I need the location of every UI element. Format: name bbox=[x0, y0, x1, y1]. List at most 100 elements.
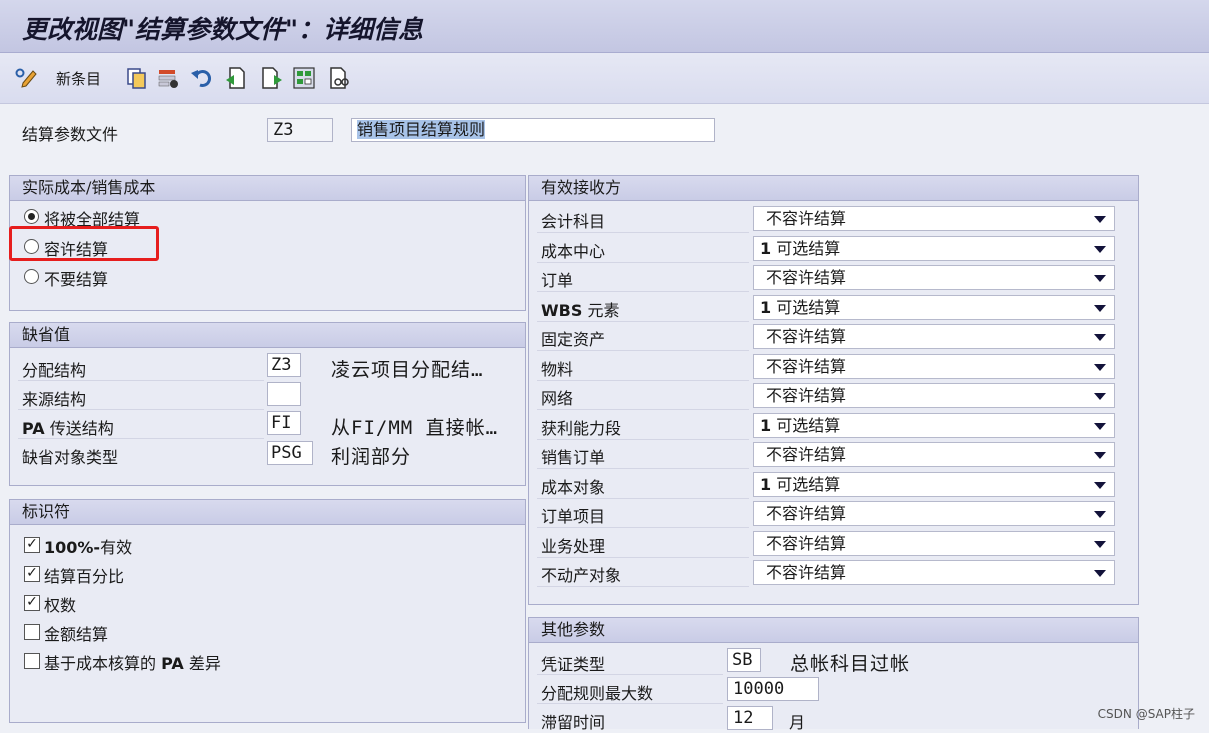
row-divider bbox=[537, 350, 749, 351]
profile-name-field[interactable]: 销售项目结算规则 bbox=[351, 118, 715, 142]
receiver-label: 不动产对象 bbox=[541, 566, 622, 585]
row-divider bbox=[537, 321, 749, 322]
indicators-title: 标识符 bbox=[10, 500, 525, 525]
checkbox-equivalence-numbers[interactable]: ✓ bbox=[24, 595, 40, 611]
row-divider bbox=[537, 291, 749, 292]
chevron-down-icon[interactable] bbox=[1094, 393, 1106, 400]
receiver-select[interactable]: 不容许结算 bbox=[753, 324, 1115, 349]
receiver-label: 销售订单 bbox=[541, 448, 606, 467]
checkbox-percentage-settlement-label: 结算百分比 bbox=[44, 567, 125, 586]
receiver-select[interactable]: 不容许结算 bbox=[753, 206, 1115, 231]
max-rules-field[interactable]: 10000 bbox=[727, 677, 819, 701]
receiver-label: 成本对象 bbox=[541, 478, 606, 497]
radio-no-settlement-label: 不要结算 bbox=[44, 270, 109, 289]
row-divider bbox=[18, 409, 264, 410]
chevron-down-icon[interactable] bbox=[1094, 482, 1106, 489]
next-entry-icon[interactable] bbox=[260, 66, 284, 90]
default-object-type-label: 缺省对象类型 bbox=[22, 448, 119, 467]
row-divider bbox=[537, 409, 749, 410]
receivers-title: 有效接收方 bbox=[529, 176, 1138, 201]
receiver-select[interactable]: 不容许结算 bbox=[753, 354, 1115, 379]
chevron-down-icon[interactable] bbox=[1094, 452, 1106, 459]
chevron-down-icon[interactable] bbox=[1094, 246, 1106, 253]
chevron-down-icon[interactable] bbox=[1094, 541, 1106, 548]
indicators-panel: 标识符 bbox=[9, 499, 526, 723]
pa-transfer-structure-label: PA 传送结构 bbox=[22, 419, 114, 438]
chevron-down-icon[interactable] bbox=[1094, 334, 1106, 341]
radio-full-settlement[interactable] bbox=[24, 209, 39, 224]
receiver-select[interactable]: 不容许结算 bbox=[753, 383, 1115, 408]
pa-transfer-structure-field[interactable]: FI bbox=[267, 411, 301, 435]
chevron-down-icon[interactable] bbox=[1094, 423, 1106, 430]
row-divider bbox=[537, 439, 749, 440]
window-title: 更改视图"结算参数文件"：详细信息 bbox=[22, 15, 424, 44]
receiver-select[interactable]: 不容许结算 bbox=[753, 442, 1115, 467]
row-divider bbox=[18, 380, 264, 381]
chevron-down-icon[interactable] bbox=[1094, 511, 1106, 518]
receiver-select[interactable]: 1 可选结算 bbox=[753, 472, 1115, 497]
residence-time-field[interactable]: 12 bbox=[727, 706, 773, 730]
profile-code-field[interactable]: Z3 bbox=[267, 118, 333, 142]
source-structure-field[interactable] bbox=[267, 382, 301, 406]
chevron-down-icon[interactable] bbox=[1094, 570, 1106, 577]
receiver-label: 成本中心 bbox=[541, 242, 606, 261]
select-all-icon[interactable] bbox=[292, 66, 316, 90]
title-bar: 更改视图"结算参数文件"：详细信息 bbox=[0, 0, 1209, 53]
receiver-select[interactable]: 不容许结算 bbox=[753, 531, 1115, 556]
display-change-icon[interactable] bbox=[14, 66, 38, 90]
copy-icon[interactable] bbox=[125, 66, 149, 90]
row-divider bbox=[537, 557, 749, 558]
receiver-label: 订单 bbox=[541, 271, 574, 290]
pa-transfer-structure-desc: 从FI/MM 直接帐… bbox=[331, 417, 499, 439]
delete-icon[interactable] bbox=[156, 66, 180, 90]
checkbox-100-percent-valid[interactable]: ✓ bbox=[24, 537, 40, 553]
chevron-down-icon[interactable] bbox=[1094, 275, 1106, 282]
undo-icon[interactable] bbox=[190, 66, 214, 90]
row-divider bbox=[537, 674, 723, 675]
checkbox-pa-variances-label: 基于成本核算的 PA 差异 bbox=[44, 654, 221, 673]
default-object-type-desc: 利润部分 bbox=[331, 446, 412, 468]
chevron-down-icon[interactable] bbox=[1094, 305, 1106, 312]
default-object-type-field[interactable]: PSG bbox=[267, 441, 313, 465]
alloc-structure-label: 分配结构 bbox=[22, 361, 87, 380]
row-divider bbox=[537, 586, 749, 587]
application-toolbar: 新条目 bbox=[0, 53, 1209, 104]
receiver-select[interactable]: 不容许结算 bbox=[753, 501, 1115, 526]
receiver-select[interactable]: 1 可选结算 bbox=[753, 413, 1115, 438]
receiver-label: 业务处理 bbox=[541, 537, 606, 556]
checkbox-pa-variances[interactable] bbox=[24, 653, 40, 669]
doc-type-desc: 总帐科目过帐 bbox=[790, 653, 911, 675]
checkbox-amount-settlement[interactable] bbox=[24, 624, 40, 640]
receiver-select[interactable]: 不容许结算 bbox=[753, 560, 1115, 585]
receiver-select[interactable]: 1 可选结算 bbox=[753, 295, 1115, 320]
receiver-select[interactable]: 不容许结算 bbox=[753, 265, 1115, 290]
receiver-label: WBS 元素 bbox=[541, 301, 620, 320]
receiver-label: 固定资产 bbox=[541, 330, 606, 349]
checkbox-amount-settlement-label: 金额结算 bbox=[44, 625, 109, 644]
profile-label: 结算参数文件 bbox=[22, 125, 119, 144]
chevron-down-icon[interactable] bbox=[1094, 364, 1106, 371]
receivers-panel: 有效接收方 会计科目 不容许结算 成本中心 1 可选结算 订单 不容许结算 WBS 元素 1 … bbox=[528, 175, 1139, 605]
receiver-label: 订单项目 bbox=[541, 507, 606, 526]
residence-time-label: 滞留时间 bbox=[541, 713, 606, 732]
receiver-label: 网络 bbox=[541, 389, 574, 408]
radio-no-settlement[interactable] bbox=[24, 269, 39, 284]
alloc-structure-field[interactable]: Z3 bbox=[267, 353, 301, 377]
new-entries-button[interactable]: 新条目 bbox=[56, 68, 101, 89]
doc-type-field[interactable]: SB bbox=[727, 648, 761, 672]
row-divider bbox=[537, 498, 749, 499]
row-divider bbox=[537, 380, 749, 381]
receiver-select[interactable]: 1 可选结算 bbox=[753, 236, 1115, 261]
highlight-box bbox=[9, 226, 159, 261]
receiver-label: 物料 bbox=[541, 360, 574, 379]
checkbox-percentage-settlement[interactable]: ✓ bbox=[24, 566, 40, 582]
receiver-label: 会计科目 bbox=[541, 212, 606, 231]
previous-entry-icon[interactable] bbox=[224, 66, 248, 90]
doc-type-label: 凭证类型 bbox=[541, 655, 606, 674]
checkbox-100-percent-valid-label: 100%-有效 bbox=[44, 538, 133, 557]
row-divider bbox=[537, 703, 723, 704]
chevron-down-icon[interactable] bbox=[1094, 216, 1106, 223]
find-icon[interactable] bbox=[328, 66, 352, 90]
receiver-label: 获利能力段 bbox=[541, 419, 622, 438]
actual-cost-title: 实际成本/销售成本 bbox=[10, 176, 525, 201]
